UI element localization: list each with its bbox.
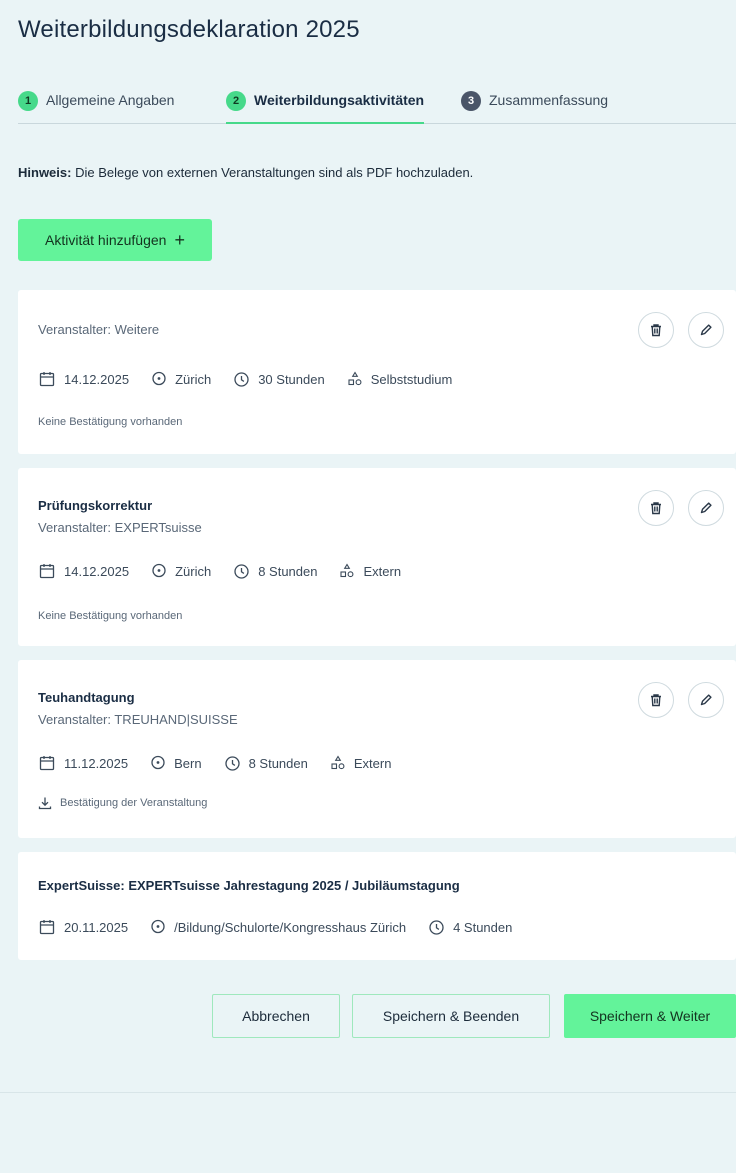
activity-duration: 4 Stunden xyxy=(428,919,512,936)
plus-icon: + xyxy=(174,230,185,250)
step-number-1: 1 xyxy=(18,91,38,111)
download-icon xyxy=(38,797,52,810)
date-text: 14.12.2025 xyxy=(64,563,130,579)
calendar-icon xyxy=(39,372,55,387)
calendar-icon xyxy=(39,920,55,935)
stepper: 1 Allgemeine Angaben 2 Weiterbildungsakt… xyxy=(18,88,736,124)
trash-icon xyxy=(651,502,661,515)
activity-date: 20.11.2025 xyxy=(38,918,128,936)
date-text: 11.12.2025 xyxy=(64,755,129,771)
activity-type: Extern xyxy=(330,755,392,771)
activity-title: ExpertSuisse: EXPERTsuisse Jahrestagung … xyxy=(38,878,460,893)
shapes-icon xyxy=(340,563,354,578)
activity-location: /Bildung/Schulorte/Kongresshaus Zürich xyxy=(150,919,406,935)
activity-meta: 14.12.2025 Zürich 30 Stunden Selbststudi… xyxy=(38,370,474,388)
activity-card: Veranstalter: Weitere 14.12.2025 Zürich … xyxy=(18,290,736,454)
location-text: Zürich xyxy=(175,563,212,579)
delete-button[interactable] xyxy=(638,490,674,526)
clock-icon xyxy=(234,371,249,387)
hint-text: Hinweis: Die Belege von externen Veranst… xyxy=(18,165,473,180)
activity-meta: 20.11.2025 /Bildung/Schulorte/Kongressha… xyxy=(38,918,534,936)
pencil-icon xyxy=(700,324,712,336)
location-pin-icon xyxy=(152,563,166,578)
cancel-button[interactable]: Abbrechen xyxy=(212,994,340,1038)
delete-button[interactable] xyxy=(638,682,674,718)
type-text: Selbststudium xyxy=(370,371,453,387)
activity-duration: 8 Stunden xyxy=(233,563,317,580)
confirmation-label: Bestätigung der Veranstaltung xyxy=(60,797,208,809)
location-pin-icon xyxy=(151,755,165,770)
location-text: /Bildung/Schulorte/Kongresshaus Zürich xyxy=(174,919,407,935)
activity-date: 14.12.2025 xyxy=(38,562,129,580)
step-summary[interactable]: 3 Zusammenfassung xyxy=(461,91,609,124)
edit-button[interactable] xyxy=(688,312,724,348)
activity-date: 11.12.2025 xyxy=(38,754,128,772)
step-label: Weiterbildungsaktivitäten xyxy=(254,92,425,108)
duration-text: 4 Stunden xyxy=(453,919,513,935)
location-pin-icon xyxy=(151,919,165,934)
trash-icon xyxy=(651,694,661,707)
calendar-icon xyxy=(39,756,55,771)
trash-icon xyxy=(651,324,661,337)
activity-type: Selbststudium xyxy=(347,371,453,387)
edit-button[interactable] xyxy=(688,682,724,718)
activity-type: Extern xyxy=(339,563,401,579)
divider xyxy=(0,1092,736,1093)
activity-title: Teuhandtagung xyxy=(38,690,135,705)
activity-organizer: Veranstalter: EXPERTsuisse xyxy=(38,520,202,535)
date-text: 14.12.2025 xyxy=(64,371,130,387)
location-text: Bern xyxy=(174,755,202,771)
activity-organizer: Veranstalter: TREUHAND|SUISSE xyxy=(38,712,238,727)
step-general-info[interactable]: 1 Allgemeine Angaben xyxy=(18,91,175,124)
duration-text: 8 Stunden xyxy=(248,755,308,771)
type-text: Extern xyxy=(353,755,392,771)
confirmation-status: Keine Bestätigung vorhanden xyxy=(38,416,183,428)
add-activity-label: Aktivität hinzufügen xyxy=(45,232,167,248)
shapes-icon xyxy=(331,755,345,770)
clock-icon xyxy=(234,563,249,579)
activity-card: Teuhandtagung Veranstalter: TREUHAND|SUI… xyxy=(18,660,736,838)
confirmation-download-link[interactable]: Bestätigung der Veranstaltung xyxy=(38,796,207,810)
hint-label: Hinweis: xyxy=(18,165,72,180)
activity-card: Prüfungskorrektur Veranstalter: EXPERTsu… xyxy=(18,468,736,646)
save-next-button[interactable]: Speichern & Weiter xyxy=(564,994,736,1038)
activity-location: Bern xyxy=(150,755,202,771)
duration-text: 8 Stunden xyxy=(258,563,318,579)
calendar-icon xyxy=(39,564,55,579)
activity-meta: 14.12.2025 Zürich 8 Stunden Extern xyxy=(38,562,423,580)
activity-organizer: Veranstalter: Weitere xyxy=(38,322,160,337)
pencil-icon xyxy=(700,694,712,706)
clock-icon xyxy=(429,919,444,935)
pencil-icon xyxy=(700,502,712,514)
step-label: Zusammenfassung xyxy=(489,92,609,108)
clock-icon xyxy=(224,755,240,771)
activity-meta: 11.12.2025 Bern 8 Stunden Extern xyxy=(38,754,413,772)
save-exit-button[interactable]: Speichern & Beenden xyxy=(352,994,550,1038)
activity-duration: 30 Stunden xyxy=(233,371,325,388)
step-number-3: 3 xyxy=(461,91,481,111)
delete-button[interactable] xyxy=(638,312,674,348)
shapes-icon xyxy=(348,371,362,386)
activity-location: Zürich xyxy=(151,371,211,387)
location-pin-icon xyxy=(152,371,166,386)
step-label: Allgemeine Angaben xyxy=(46,92,175,108)
activity-title: Prüfungskorrektur xyxy=(38,498,153,513)
duration-text: 30 Stunden xyxy=(258,371,325,387)
date-text: 20.11.2025 xyxy=(64,919,129,935)
activity-card: ExpertSuisse: EXPERTsuisse Jahrestagung … xyxy=(18,852,736,960)
add-activity-button[interactable]: Aktivität hinzufügen + xyxy=(18,219,212,261)
location-text: Zürich xyxy=(175,371,212,387)
hint-message: Die Belege von externen Veranstaltungen … xyxy=(71,165,474,180)
edit-button[interactable] xyxy=(688,490,724,526)
activity-date: 14.12.2025 xyxy=(38,370,129,388)
type-text: Extern xyxy=(363,563,402,579)
step-activities[interactable]: 2 Weiterbildungsaktivitäten xyxy=(226,91,425,124)
page-title: Weiterbildungsdeklaration 2025 xyxy=(18,16,360,43)
activity-duration: 8 Stunden xyxy=(224,755,308,772)
confirmation-status: Keine Bestätigung vorhanden xyxy=(38,610,183,622)
step-number-2: 2 xyxy=(226,91,246,111)
activity-location: Zürich xyxy=(151,563,211,579)
